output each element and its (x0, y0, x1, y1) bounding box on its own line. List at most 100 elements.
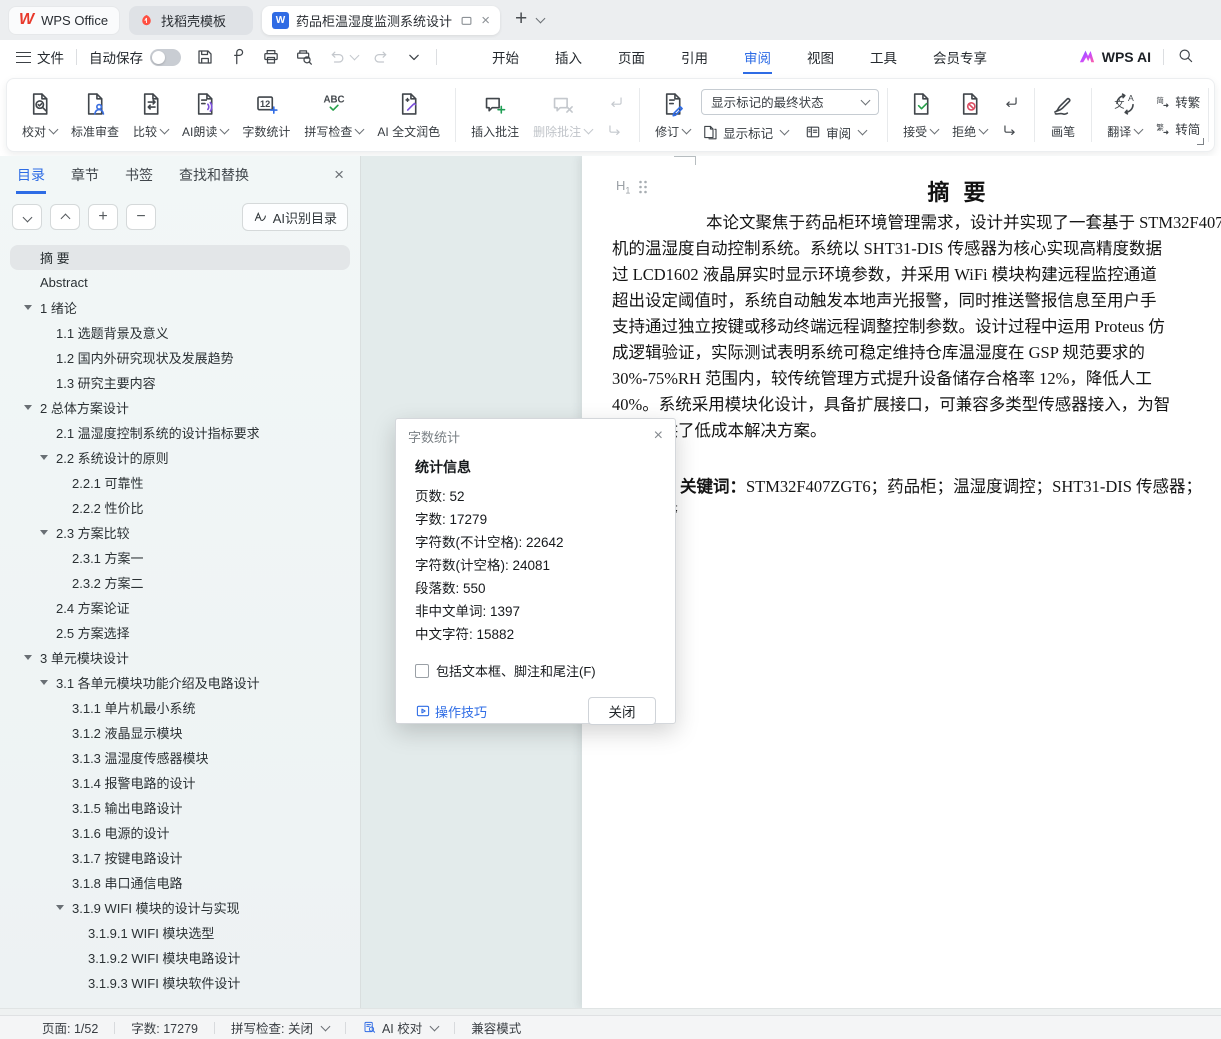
insert-comment-button[interactable]: 插入批注 (464, 87, 526, 144)
tips-link[interactable]: 操作技巧 (415, 702, 487, 721)
outline-item-12[interactable]: 2.3.1 方案一 (0, 545, 360, 570)
prev-change-button[interactable] (999, 92, 1021, 111)
menu-item-7[interactable]: 会员专享 (932, 40, 988, 75)
tab-wps-office[interactable]: W WPS Office (8, 6, 120, 35)
status-words[interactable]: 字数: 17279 (131, 1018, 198, 1037)
export-pdf-button[interactable] (228, 47, 248, 67)
menu-item-1[interactable]: 插入 (554, 40, 583, 75)
wps-ai-button[interactable]: WPS AI (1078, 48, 1151, 66)
save-button[interactable] (195, 47, 215, 67)
collapse-arrow-icon[interactable] (40, 530, 56, 535)
collapse-button[interactable] (12, 204, 42, 230)
menu-item-4[interactable]: 审阅 (743, 40, 772, 75)
hamburger-icon[interactable] (16, 52, 31, 63)
proofread-button[interactable]: 校对 (15, 87, 64, 144)
outline-item-28[interactable]: 3.1.9.2 WIFI 模块电路设计 (0, 945, 360, 970)
reject-button[interactable]: 拒绝 (945, 87, 994, 144)
outline-item-0[interactable]: 摘 要 (10, 245, 350, 270)
outline-item-1[interactable]: Abstract (0, 270, 360, 295)
zoom-in-outline-button[interactable]: + (88, 204, 118, 230)
outline-item-15[interactable]: 2.5 方案选择 (0, 620, 360, 645)
outline-item-21[interactable]: 3.1.4 报警电路的设计 (0, 770, 360, 795)
outline-item-23[interactable]: 3.1.6 电源的设计 (0, 820, 360, 845)
pen-button[interactable]: 画笔 (1043, 87, 1083, 144)
outline-item-9[interactable]: 2.2.1 可靠性 (0, 470, 360, 495)
sidebar-tab-toc[interactable]: 目录 (16, 156, 46, 194)
chevron-more-button[interactable] (404, 47, 424, 67)
menu-item-6[interactable]: 工具 (869, 40, 898, 75)
file-menu[interactable]: 文件 (37, 47, 64, 67)
dialog-close-icon[interactable]: × (654, 427, 663, 445)
standard-review-button[interactable]: 标准审查 (64, 87, 126, 144)
compare-button[interactable]: 比较 (126, 87, 175, 144)
to-simplified-button[interactable]: 繁转简 (1153, 119, 1200, 138)
dialog-header[interactable]: 字数统计 × (396, 419, 675, 453)
outline-item-27[interactable]: 3.1.9.1 WIFI 模块选型 (0, 920, 360, 945)
document-page[interactable]: H1 摘 要 本论文聚焦于药品柜环境管理需求，设计并实现了一套基于 STM32F… (582, 156, 1221, 1008)
tab-list-chevron-icon[interactable] (536, 14, 546, 24)
outline-item-17[interactable]: 3.1 各单元模块功能介绍及电路设计 (0, 670, 360, 695)
new-tab-button[interactable]: + (515, 7, 527, 31)
expand-button[interactable] (50, 204, 80, 230)
outline-item-3[interactable]: 1.1 选题背景及意义 (0, 320, 360, 345)
ai-recognize-toc-button[interactable]: AI识别目录 (242, 203, 348, 231)
print-preview-button[interactable] (294, 47, 314, 67)
outline-item-10[interactable]: 2.2.2 性价比 (0, 495, 360, 520)
tab-docer[interactable]: 找稻壳模板 (129, 6, 253, 35)
tab-close-icon[interactable]: × (481, 12, 490, 29)
ai-polish-button[interactable]: AI 全文润色 (370, 87, 447, 144)
outline-item-19[interactable]: 3.1.2 液晶显示模块 (0, 720, 360, 745)
outline-item-25[interactable]: 3.1.8 串口通信电路 (0, 870, 360, 895)
outline-item-29[interactable]: 3.1.9.3 WIFI 模块软件设计 (0, 970, 360, 995)
translate-button[interactable]: 文A翻译 (1100, 87, 1149, 144)
accept-button[interactable]: 接受 (896, 87, 945, 144)
sidebar-tab-bookmarks[interactable]: 书签 (124, 156, 154, 194)
outline-item-20[interactable]: 3.1.3 温湿度传感器模块 (0, 745, 360, 770)
include-footnotes-checkbox[interactable] (415, 664, 429, 678)
outline-item-8[interactable]: 2.2 系统设计的原则 (0, 445, 360, 470)
outline-item-6[interactable]: 2 总体方案设计 (0, 395, 360, 420)
autosave-toggle[interactable] (150, 49, 181, 66)
to-traditional-button[interactable]: 简转繁 (1153, 92, 1200, 111)
outline-item-22[interactable]: 3.1.5 输出电路设计 (0, 795, 360, 820)
word-count-button[interactable]: 12字数统计 (235, 87, 297, 144)
show-markup-button[interactable]: 显示标记 (701, 123, 788, 142)
dialog-launcher-icon[interactable] (1197, 138, 1204, 145)
outline-item-18[interactable]: 3.1.1 单片机最小系统 (0, 695, 360, 720)
spell-check-button[interactable]: ABC拼写检查 (297, 87, 370, 144)
menu-item-5[interactable]: 视图 (806, 40, 835, 75)
outline-item-14[interactable]: 2.4 方案论证 (0, 595, 360, 620)
tab-window-icon[interactable] (459, 13, 474, 28)
status-ai-proof[interactable]: AI 校对 (362, 1018, 438, 1037)
close-button[interactable]: 关闭 (588, 697, 656, 725)
collapse-arrow-icon[interactable] (24, 655, 40, 660)
outline-item-4[interactable]: 1.2 国内外研究现状及发展趋势 (0, 345, 360, 370)
reviewing-pane-button[interactable]: 审阅 (804, 123, 866, 142)
horizontal-scrollbar[interactable] (0, 1008, 1221, 1015)
menu-item-3[interactable]: 引用 (680, 40, 709, 75)
collapse-arrow-icon[interactable] (40, 455, 56, 460)
collapse-arrow-icon[interactable] (56, 905, 72, 910)
menu-item-0[interactable]: 开始 (491, 40, 520, 75)
search-button[interactable] (1176, 46, 1195, 68)
status-compat-mode[interactable]: 兼容模式 (471, 1018, 521, 1037)
sidebar-tab-find-replace[interactable]: 查找和替换 (178, 156, 250, 194)
outline-item-26[interactable]: 3.1.9 WIFI 模块的设计与实现 (0, 895, 360, 920)
sidebar-tab-chapters[interactable]: 章节 (70, 156, 100, 194)
status-spellcheck[interactable]: 拼写检查: 关闭 (231, 1018, 329, 1037)
collapse-arrow-icon[interactable] (24, 305, 40, 310)
ai-read-button[interactable]: AI朗读 (175, 87, 235, 144)
markup-state-select[interactable]: 显示标记的最终状态 (701, 89, 879, 115)
outline-item-7[interactable]: 2.1 温湿度控制系统的设计指标要求 (0, 420, 360, 445)
outline-item-24[interactable]: 3.1.7 按键电路设计 (0, 845, 360, 870)
next-change-button[interactable] (999, 120, 1021, 139)
outline-item-5[interactable]: 1.3 研究主要内容 (0, 370, 360, 395)
outline-item-11[interactable]: 2.3 方案比较 (0, 520, 360, 545)
track-changes-button[interactable]: 修订 (648, 87, 697, 144)
outline-item-13[interactable]: 2.3.2 方案二 (0, 570, 360, 595)
tab-document[interactable]: W 药品柜温湿度监测系统设计 毕 × (262, 6, 500, 35)
collapse-arrow-icon[interactable] (24, 405, 40, 410)
zoom-out-outline-button[interactable]: − (126, 204, 156, 230)
collapse-arrow-icon[interactable] (40, 680, 56, 685)
sidebar-close-icon[interactable]: × (334, 165, 344, 185)
